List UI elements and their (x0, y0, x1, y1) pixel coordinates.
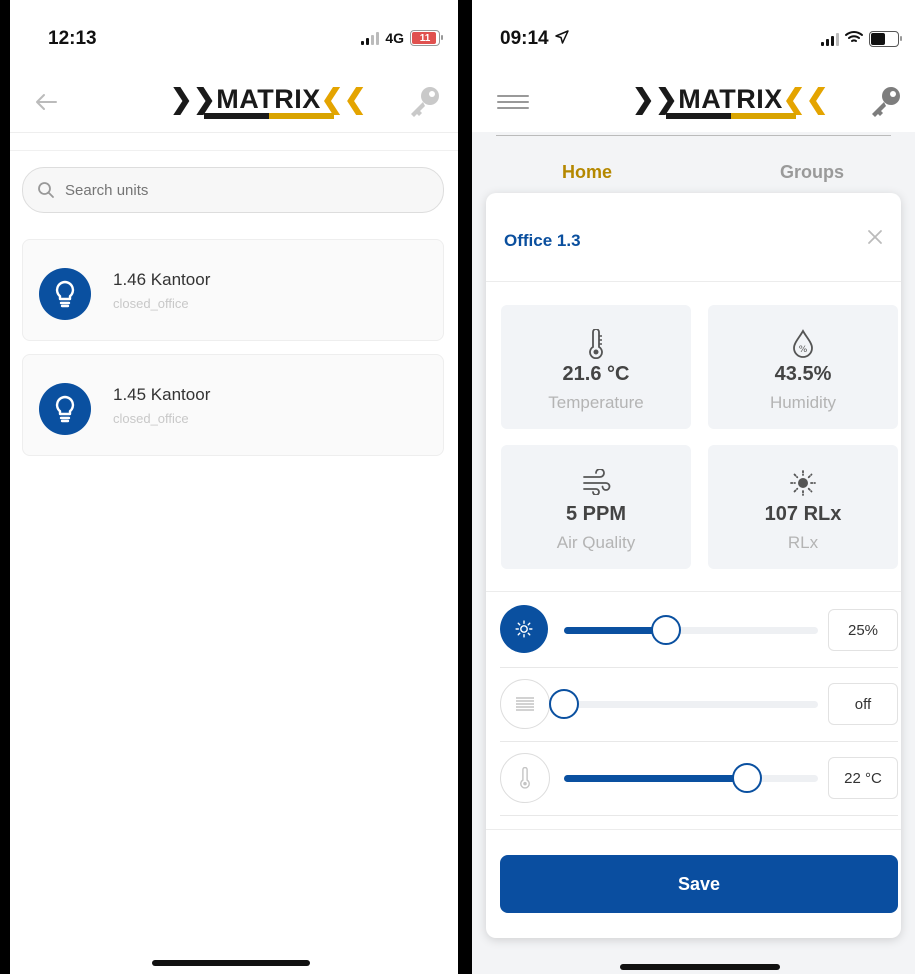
light-level-slider[interactable] (564, 615, 818, 645)
tab-groups[interactable]: Groups (780, 162, 844, 183)
unit-type: closed_office (113, 411, 189, 426)
back-arrow-icon[interactable] (32, 88, 60, 116)
modal-title: Office 1.3 (504, 231, 581, 250)
search-divider (10, 150, 458, 151)
search-icon (37, 181, 55, 199)
unit-name: 1.46 Kantoor (113, 270, 211, 289)
battery-icon: 11 (410, 30, 443, 46)
home-indicator[interactable] (620, 964, 780, 970)
unit-detail-modal: Office 1.3 21.6 °C Temperature % 43.5% H… (486, 193, 901, 938)
blinds-slider[interactable] (549, 689, 818, 719)
slider-fill (564, 775, 747, 782)
brightness-icon[interactable] (500, 605, 548, 653)
tab-home[interactable]: Home (562, 162, 612, 183)
signal-icon (821, 32, 839, 46)
battery-icon (869, 30, 902, 47)
status-bar: 09:14 (472, 0, 915, 70)
blinds-icon[interactable] (500, 679, 550, 729)
slider-thumb[interactable] (731, 763, 762, 793)
footer-divider (486, 829, 901, 830)
status-icons (821, 30, 902, 47)
lightbulb-icon (39, 383, 91, 435)
status-bar: 12:13 4G 11 (10, 0, 458, 70)
temperature-setpoint-slider[interactable] (564, 763, 818, 793)
thermometer-icon (501, 329, 691, 359)
sensor-label: Humidity (769, 393, 837, 412)
save-button[interactable]: Save (500, 855, 898, 913)
home-indicator[interactable] (152, 960, 310, 966)
svg-text:%: % (799, 345, 808, 355)
battery-level: 11 (419, 32, 431, 44)
control-row-light: 25% (500, 593, 898, 668)
logo-text: MATRIX (216, 84, 321, 114)
unit-card[interactable]: 1.45 Kantoor closed_office (22, 354, 444, 456)
modal-header: Office 1.3 (486, 193, 901, 282)
right-phone-screen: 09:14 ❯❯MATRIX❮❮ Home Groups Office 1.3 … (472, 0, 915, 974)
sensor-tile-temperature: 21.6 °C Temperature (501, 305, 691, 429)
sensor-tile-humidity: % 43.5% Humidity (708, 305, 898, 429)
tab-bar: Home Groups (472, 150, 915, 194)
signal-icon (361, 31, 380, 45)
app-header: ❯❯MATRIX❮❮ (10, 70, 458, 132)
status-icons: 4G 11 (361, 30, 443, 46)
thermometer-icon[interactable] (500, 753, 550, 803)
sensor-tile-rlx: 107 RLx RLx (708, 445, 898, 569)
unit-name: 1.45 Kantoor (113, 385, 211, 404)
app-header: ❯❯MATRIX❮❮ (472, 70, 915, 132)
control-row-blinds: off (500, 667, 898, 742)
slider-thumb[interactable] (549, 689, 579, 719)
blinds-value[interactable]: off (828, 683, 898, 725)
sensor-label: Temperature (548, 393, 644, 412)
header-divider (496, 135, 891, 136)
light-level-value[interactable]: 25% (828, 609, 898, 651)
wifi-icon (845, 30, 863, 47)
status-time: 12:13 (48, 28, 97, 49)
hamburger-menu-icon[interactable] (496, 90, 530, 114)
status-time: 09:14 (500, 28, 549, 49)
unit-type: closed_office (113, 296, 189, 311)
sensor-value: 21.6 °C (562, 363, 630, 385)
temperature-setpoint-value[interactable]: 22 °C (828, 757, 898, 799)
slider-thumb[interactable] (650, 615, 681, 645)
search-input[interactable] (63, 180, 397, 200)
humidity-drop-icon: % (708, 329, 898, 359)
brightness-icon (708, 469, 898, 497)
header-divider (10, 132, 458, 133)
sensor-value: 5 PPM (565, 503, 627, 525)
location-arrow-icon (555, 30, 569, 49)
sensor-tile-air-quality: 5 PPM Air Quality (501, 445, 691, 569)
unit-card[interactable]: 1.46 Kantoor closed_office (22, 239, 444, 341)
network-type: 4G (385, 30, 404, 46)
sensor-value: 43.5% (774, 363, 832, 385)
section-divider (486, 591, 901, 592)
logo-text: MATRIX (678, 84, 783, 114)
matrix-logo: ❯❯MATRIX❮❮ (170, 84, 367, 119)
close-icon[interactable] (865, 227, 885, 247)
left-phone-screen: 12:13 4G 11 ❯❯MATRIX❮❮ Search units 1.46… (10, 0, 458, 974)
sensor-value: 107 RLx (764, 503, 842, 525)
lightbulb-icon (39, 268, 91, 320)
sensor-label: Air Quality (556, 533, 636, 552)
matrix-logo: ❯❯MATRIX❮❮ (632, 84, 829, 119)
sensor-label: RLx (787, 533, 819, 552)
search-bar[interactable] (22, 167, 444, 213)
control-row-temperature: 22 °C (500, 741, 898, 816)
key-icon[interactable] (865, 82, 905, 122)
wind-icon (501, 469, 691, 495)
key-icon[interactable] (404, 82, 444, 122)
